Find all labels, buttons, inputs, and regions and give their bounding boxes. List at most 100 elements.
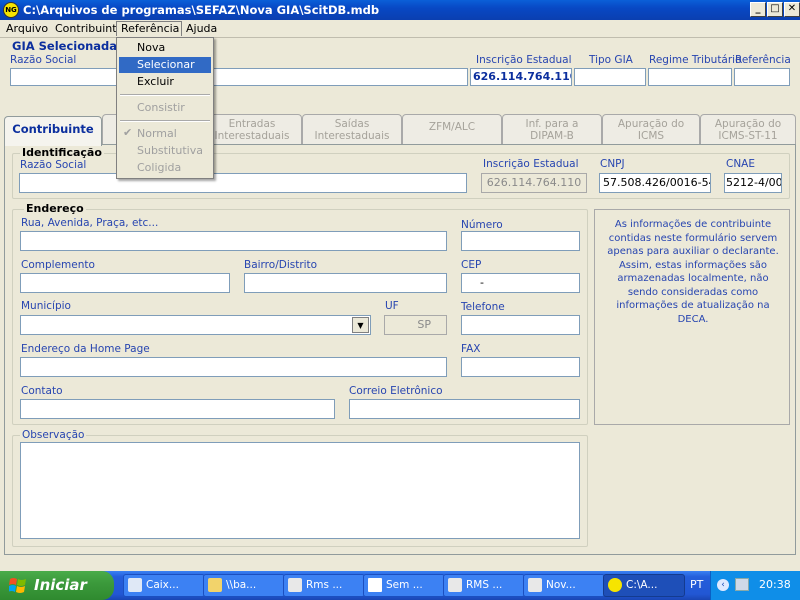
menu-item-excluir[interactable]: Excluir xyxy=(119,74,211,90)
numero-field[interactable] xyxy=(461,231,580,251)
endereco-title: Endereço xyxy=(24,202,86,215)
observacao-title: Observação xyxy=(20,429,87,441)
tab-entradas-interestaduais[interactable]: Entradas Interestaduais xyxy=(202,114,302,144)
taskbar-item-label: Nov... xyxy=(546,579,576,591)
tab-apuracao-icms-st[interactable]: Apuração do ICMS-ST-11 xyxy=(700,114,796,144)
tab-dipam-line1: Inf. para a xyxy=(525,118,579,130)
tab-apuracao-icms[interactable]: Apuração do ICMS xyxy=(602,114,700,144)
ident-razao-field[interactable] xyxy=(19,173,467,193)
menu-arquivo[interactable]: Arquivo xyxy=(2,22,52,37)
title-bar[interactable]: NG C:\Arquivos de programas\SEFAZ\Nova G… xyxy=(0,0,800,20)
contato-field[interactable] xyxy=(20,399,335,419)
menu-item-coligida[interactable]: Coligida xyxy=(119,160,211,176)
municipio-select[interactable] xyxy=(20,315,371,335)
menu-item-normal[interactable]: Normal xyxy=(119,126,211,142)
ident-cnpj-label: CNPJ xyxy=(600,158,625,170)
cep-label: CEP xyxy=(461,259,482,271)
gia-title: GIA Selecionada xyxy=(12,39,118,53)
taskbar-item-rms2[interactable]: RMS ... xyxy=(443,574,525,597)
ident-cnae-label: CNAE xyxy=(726,158,756,170)
gia-ref-field[interactable] xyxy=(734,68,790,86)
app-icon[interactable]: NG xyxy=(3,2,19,18)
notepad-icon xyxy=(368,578,382,592)
gia-regime-label: Regime Tributário xyxy=(649,54,742,66)
network-icon[interactable] xyxy=(735,578,749,591)
taskbar-item-caixa[interactable]: Caix... xyxy=(123,574,205,597)
ng-icon xyxy=(608,578,622,592)
tab-apuracao-st-line2: ICMS-ST-11 xyxy=(718,130,778,142)
start-button[interactable]: Iniciar xyxy=(0,571,114,600)
menu-separator xyxy=(120,120,210,122)
gia-ie-field[interactable]: 626.114.764.110 xyxy=(470,68,572,86)
menu-item-nova[interactable]: Nova xyxy=(119,40,211,56)
tab-apuracao-st-line1: Apuração do xyxy=(714,118,782,130)
gia-tipo-field[interactable] xyxy=(574,68,646,86)
folder-icon xyxy=(208,578,222,592)
rua-field[interactable] xyxy=(20,231,447,251)
taskbar-item-label: RMS ... xyxy=(466,579,503,591)
rms-icon xyxy=(288,578,302,592)
email-label: Correio Eletrônico xyxy=(349,385,443,397)
minimize-button[interactable]: _ xyxy=(750,2,766,17)
taskbar-item-scitdb[interactable]: C:\A... xyxy=(603,574,685,597)
start-label: Iniciar xyxy=(34,576,87,594)
menu-referencia[interactable]: Referência xyxy=(116,21,182,36)
numero-label: Número xyxy=(461,219,503,231)
bairro-label: Bairro/Distrito xyxy=(244,259,318,271)
taskbar-item-label: \\ba... xyxy=(226,579,257,591)
observacao-textarea[interactable] xyxy=(20,442,580,539)
gia-tipo-label: Tipo GIA xyxy=(589,54,633,66)
tab-contribuinte[interactable]: Contribuinte xyxy=(4,116,102,146)
email-field[interactable] xyxy=(349,399,580,419)
uf-label: UF xyxy=(385,300,399,312)
rms-icon xyxy=(448,578,462,592)
complemento-field[interactable] xyxy=(20,273,230,293)
gia-razao-field[interactable] xyxy=(10,68,468,86)
menu-item-substitutiva[interactable]: Substitutiva xyxy=(119,143,211,159)
tab-dipam-b[interactable]: Inf. para a DIPAM-B xyxy=(502,114,602,144)
identificacao-title: Identificação xyxy=(20,146,104,159)
bairro-field[interactable] xyxy=(244,273,447,293)
tab-zfm-alc[interactable]: ZFM/ALC xyxy=(402,114,502,144)
ident-ie-field[interactable]: 626.114.764.110 xyxy=(481,173,587,193)
tab-entradas-line1: Entradas xyxy=(228,118,276,130)
gia-regime-field[interactable] xyxy=(648,68,732,86)
window-title: C:\Arquivos de programas\SEFAZ\Nova GIA\… xyxy=(23,3,380,17)
tab-saidas-line2: Interestaduais xyxy=(314,130,390,142)
outlook-icon xyxy=(128,578,142,592)
gia-ie-label: Inscrição Estadual xyxy=(476,54,572,66)
maximize-button[interactable]: □ xyxy=(767,2,783,17)
fax-field[interactable] xyxy=(461,357,580,377)
tab-saidas-interestaduais[interactable]: Saídas Interestaduais xyxy=(302,114,402,144)
clock[interactable]: 20:38 xyxy=(759,578,791,591)
homepage-field[interactable] xyxy=(20,357,447,377)
chevron-down-icon[interactable]: ▼ xyxy=(352,317,369,333)
language-indicator[interactable]: PT xyxy=(690,578,703,591)
taskbar-item-nova-gia[interactable]: Nov... xyxy=(523,574,605,597)
referencia-dropdown-menu: Nova Selecionar Excluir Consistir ✔ Norm… xyxy=(116,37,214,179)
homepage-label: Endereço da Home Page xyxy=(21,343,150,355)
info-box: As informações de contribuinte contidas … xyxy=(594,209,790,425)
complemento-label: Complemento xyxy=(21,259,95,271)
menu-item-selecionar[interactable]: Selecionar xyxy=(119,57,211,73)
windows-logo-icon xyxy=(9,578,26,593)
chevron-left-icon[interactable]: ‹ xyxy=(717,579,729,591)
tab-apuracao-line1: Apuração do xyxy=(617,118,685,130)
rua-label: Rua, Avenida, Praça, etc... xyxy=(21,217,159,229)
cep-field[interactable]: - xyxy=(461,273,580,293)
menu-item-consistir[interactable]: Consistir xyxy=(119,100,211,116)
taskbar-item-label: C:\A... xyxy=(626,579,658,591)
close-button[interactable]: ✕ xyxy=(784,2,800,17)
tab-apuracao-line2: ICMS xyxy=(637,130,665,142)
taskbar-item-label: Caix... xyxy=(146,579,179,591)
menu-ajuda[interactable]: Ajuda xyxy=(182,22,221,37)
taskbar-item-rms1[interactable]: Rms ... xyxy=(283,574,365,597)
taskbar-item-folder[interactable]: \\ba... xyxy=(203,574,285,597)
ident-cnae-field[interactable]: 5212-4/00 xyxy=(724,173,782,193)
telefone-field[interactable] xyxy=(461,315,580,335)
taskbar-item-notepad[interactable]: Sem ... xyxy=(363,574,445,597)
ident-cnpj-field[interactable]: 57.508.426/0016-54 xyxy=(599,173,711,193)
tab-entradas-line2: Interestaduais xyxy=(214,130,290,142)
uf-field[interactable]: SP xyxy=(384,315,447,335)
system-tray: ‹ 20:38 xyxy=(710,571,800,600)
